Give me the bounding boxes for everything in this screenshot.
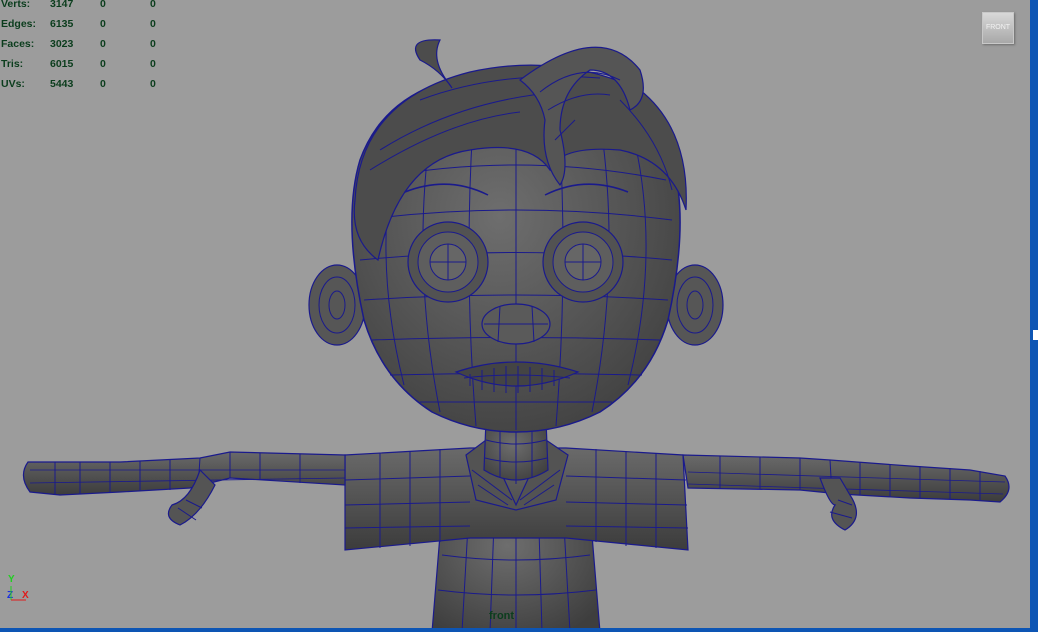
modeling-viewport[interactable]: Verts: 3147 0 0 Edges: 6135 0 0 Faces: 3… [0, 0, 1030, 632]
nose-mesh [481, 303, 551, 345]
axis-indicator: Y Z X [0, 570, 40, 610]
right-arm-mesh [682, 454, 1010, 531]
panel-divider-handle[interactable] [1033, 330, 1038, 340]
character-mesh[interactable] [0, 0, 1030, 632]
viewport-bottom-border [0, 628, 1030, 632]
viewport-focus-border [1030, 0, 1038, 632]
left-arm-mesh [22, 451, 346, 526]
camera-name-label: front [489, 610, 515, 622]
axis-gizmo-icon [10, 586, 26, 601]
viewcube-front[interactable]: FRONT [982, 12, 1014, 44]
